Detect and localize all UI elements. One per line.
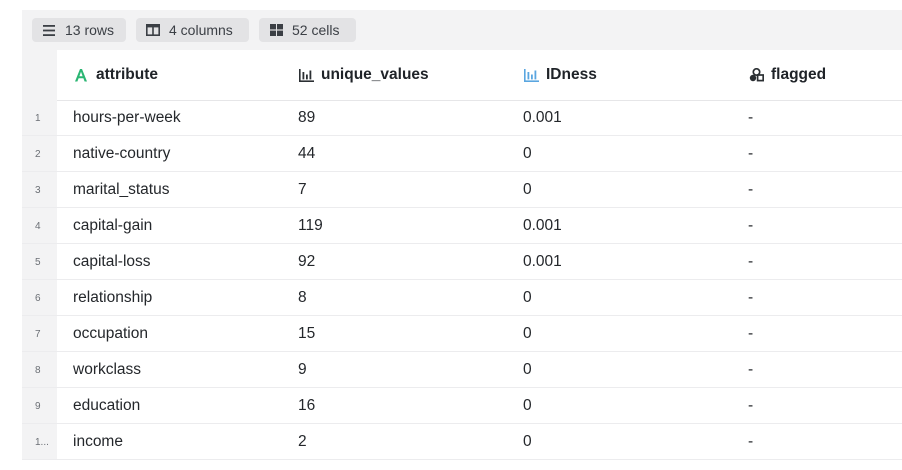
- row-number: 9: [22, 388, 57, 423]
- cell-flagged[interactable]: -: [748, 100, 753, 135]
- cell-attribute[interactable]: income: [73, 424, 123, 459]
- row-number-label: 9: [35, 401, 41, 412]
- text-type-icon: [73, 67, 89, 83]
- cell-unique-values[interactable]: 8: [298, 280, 307, 315]
- rows-count-label: 13 rows: [65, 22, 115, 38]
- cell-idness[interactable]: 0: [523, 424, 532, 459]
- column-header-label: IDness: [546, 66, 597, 83]
- row-number-label: 3: [35, 185, 41, 196]
- row-number-label: 8: [35, 365, 41, 376]
- cell-idness[interactable]: 0: [523, 172, 532, 207]
- cell-attribute[interactable]: marital_status: [73, 172, 169, 207]
- cell-unique-values[interactable]: 7: [298, 172, 307, 207]
- cell-attribute[interactable]: education: [73, 388, 140, 423]
- cells-count-label: 52 cells: [292, 22, 340, 38]
- cells-grid-icon: [269, 23, 283, 37]
- bar-chart-icon: [298, 67, 314, 83]
- table-row[interactable]: 3 marital_status 7 0 -: [22, 172, 902, 208]
- columns-count-pill[interactable]: 4 columns: [136, 18, 249, 42]
- cell-attribute[interactable]: capital-gain: [73, 208, 152, 243]
- rows-count-pill[interactable]: 13 rows: [32, 18, 126, 42]
- cell-unique-values[interactable]: 15: [298, 316, 315, 351]
- column-header-label: flagged: [771, 66, 827, 83]
- boolean-shapes-icon: [748, 67, 764, 83]
- table-row[interactable]: 1... income 2 0 -: [22, 424, 902, 460]
- cell-idness[interactable]: 0: [523, 280, 532, 315]
- row-number-label: 6: [35, 293, 41, 304]
- rows-icon: [42, 23, 56, 37]
- row-number: 7: [22, 316, 57, 351]
- row-number-label: 2: [35, 149, 41, 160]
- cell-unique-values[interactable]: 89: [298, 100, 315, 135]
- column-header-label: unique_values: [321, 66, 429, 83]
- row-number: 1: [22, 100, 57, 135]
- cell-attribute[interactable]: capital-loss: [73, 244, 151, 279]
- table-row[interactable]: 6 relationship 8 0 -: [22, 280, 902, 316]
- row-number-label: 1: [35, 113, 41, 124]
- row-number-header: [22, 50, 57, 100]
- cell-attribute[interactable]: native-country: [73, 136, 170, 171]
- cell-unique-values[interactable]: 16: [298, 388, 315, 423]
- cell-idness[interactable]: 0: [523, 136, 532, 171]
- cell-unique-values[interactable]: 44: [298, 136, 315, 171]
- table-row[interactable]: 5 capital-loss 92 0.001 -: [22, 244, 902, 280]
- row-number: 1...: [22, 424, 57, 459]
- cell-idness[interactable]: 0.001: [523, 208, 562, 243]
- column-header-attribute[interactable]: attribute: [73, 50, 158, 100]
- bar-chart-icon: [523, 67, 539, 83]
- data-table-panel: 13 rows 4 columns 52 cells attribute uni…: [22, 10, 902, 470]
- cell-unique-values[interactable]: 119: [298, 208, 323, 243]
- cell-flagged[interactable]: -: [748, 244, 753, 279]
- cell-idness[interactable]: 0: [523, 352, 532, 387]
- table-row[interactable]: 9 education 16 0 -: [22, 388, 902, 424]
- row-number-label: 7: [35, 329, 41, 340]
- row-number: 5: [22, 244, 57, 279]
- table-row[interactable]: 8 workclass 9 0 -: [22, 352, 902, 388]
- table-summary-toolbar: 13 rows 4 columns 52 cells: [22, 10, 902, 50]
- row-number: 4: [22, 208, 57, 243]
- cell-flagged[interactable]: -: [748, 316, 753, 351]
- cell-idness[interactable]: 0: [523, 316, 532, 351]
- cell-flagged[interactable]: -: [748, 172, 753, 207]
- cell-attribute[interactable]: relationship: [73, 280, 152, 315]
- table-row[interactable]: 1 hours-per-week 89 0.001 -: [22, 100, 902, 136]
- columns-count-label: 4 columns: [169, 22, 233, 38]
- table-row[interactable]: 2 native-country 44 0 -: [22, 136, 902, 172]
- column-header-label: attribute: [96, 66, 158, 83]
- column-header-unique-values[interactable]: unique_values: [298, 50, 429, 100]
- cell-idness[interactable]: 0: [523, 388, 532, 423]
- row-number: 6: [22, 280, 57, 315]
- cell-attribute[interactable]: occupation: [73, 316, 148, 351]
- cell-flagged[interactable]: -: [748, 280, 753, 315]
- cell-flagged[interactable]: -: [748, 424, 753, 459]
- columns-icon: [146, 23, 160, 37]
- column-header-flagged[interactable]: flagged: [748, 50, 826, 100]
- row-number-label: 5: [35, 257, 41, 268]
- row-number-label: 1...: [35, 437, 49, 448]
- cell-flagged[interactable]: -: [748, 136, 753, 171]
- table-row[interactable]: 4 capital-gain 119 0.001 -: [22, 208, 902, 244]
- table-header-row: attribute unique_values IDness flagged: [22, 50, 902, 101]
- row-number: 2: [22, 136, 57, 171]
- row-number: 8: [22, 352, 57, 387]
- cell-unique-values[interactable]: 2: [298, 424, 307, 459]
- cell-flagged[interactable]: -: [748, 208, 753, 243]
- row-number-label: 4: [35, 221, 41, 232]
- table-row[interactable]: 7 occupation 15 0 -: [22, 316, 902, 352]
- cell-unique-values[interactable]: 92: [298, 244, 315, 279]
- cells-count-pill[interactable]: 52 cells: [259, 18, 356, 42]
- cell-flagged[interactable]: -: [748, 388, 753, 423]
- data-table: attribute unique_values IDness flagged 1…: [22, 50, 902, 470]
- column-header-idness[interactable]: IDness: [523, 50, 597, 100]
- cell-idness[interactable]: 0.001: [523, 244, 562, 279]
- cell-unique-values[interactable]: 9: [298, 352, 307, 387]
- cell-idness[interactable]: 0.001: [523, 100, 562, 135]
- cell-flagged[interactable]: -: [748, 352, 753, 387]
- cell-attribute[interactable]: hours-per-week: [73, 100, 181, 135]
- cell-attribute[interactable]: workclass: [73, 352, 141, 387]
- row-number: 3: [22, 172, 57, 207]
